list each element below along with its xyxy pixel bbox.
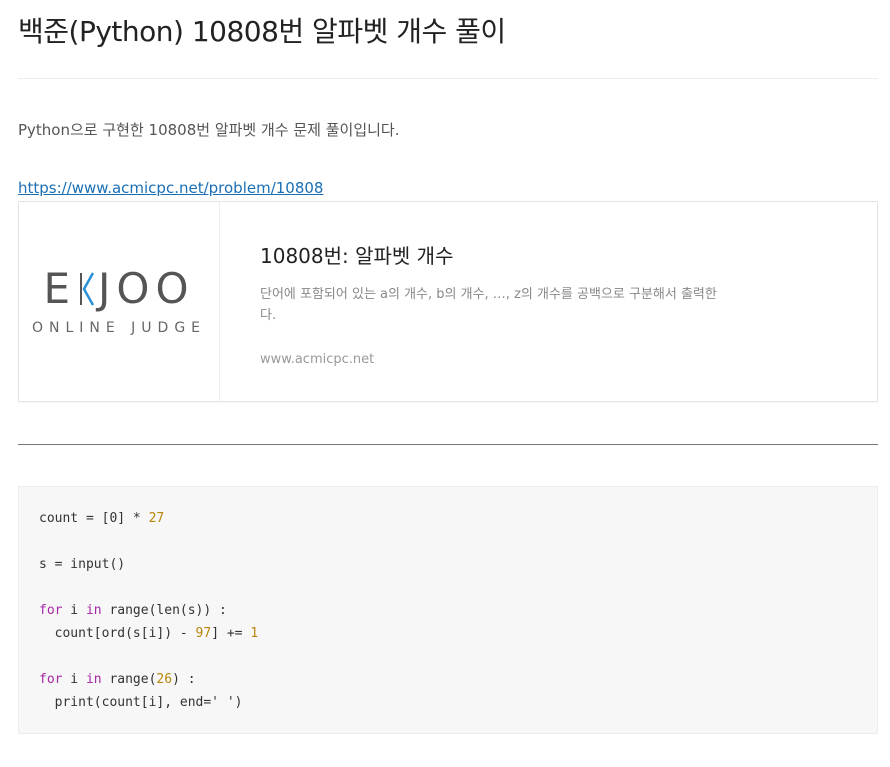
link-preview-card[interactable]: E JOO ONLINE JUDGE 10808번: 알파벳 개수 단어에 포함… [18,201,878,402]
code-line: for i in range(len(s)) : [39,603,227,618]
code-line: s = input() [39,557,126,572]
logo-subtitle: ONLINE JUDGE [31,319,207,336]
card-thumbnail: E JOO ONLINE JUDGE [19,202,220,401]
page-title: 백준(Python) 10808번 알파벳 개수 풀이 [18,15,506,48]
code-line: count = [0] * 27 [39,511,165,526]
logo-letters-joo: JOO [98,263,195,313]
horizontal-rule [18,444,878,445]
title-divider [18,78,878,79]
card-body: 10808번: 알파벳 개수 단어에 포함되어 있는 a의 개수, b의 개수,… [220,202,877,401]
baekjoon-logo: E JOO [43,263,195,313]
code-block: count = [0] * 27 s = input() for i in ra… [18,486,878,734]
problem-link[interactable]: https://www.acmicpc.net/problem/10808 [18,177,323,199]
card-title: 10808번: 알파벳 개수 [260,244,454,268]
logo-letter-e: E [43,263,77,313]
code-line: print(count[i], end=' ') [39,695,243,710]
code-line: count[ord(s[i]) - 97] += 1 [39,626,259,641]
code-line: for i in range(26) : [39,672,196,687]
logo-k-icon [80,271,95,306]
intro-text: Python으로 구현한 10808번 알파벳 개수 문제 풀이입니다. [18,121,400,139]
card-domain: www.acmicpc.net [260,352,375,367]
card-description: 단어에 포함되어 있는 a의 개수, b의 개수, …, z의 개수를 공백으로… [260,287,717,323]
blog-post: 백준(Python) 10808번 알파벳 개수 풀이 Python으로 구현한… [18,0,878,734]
